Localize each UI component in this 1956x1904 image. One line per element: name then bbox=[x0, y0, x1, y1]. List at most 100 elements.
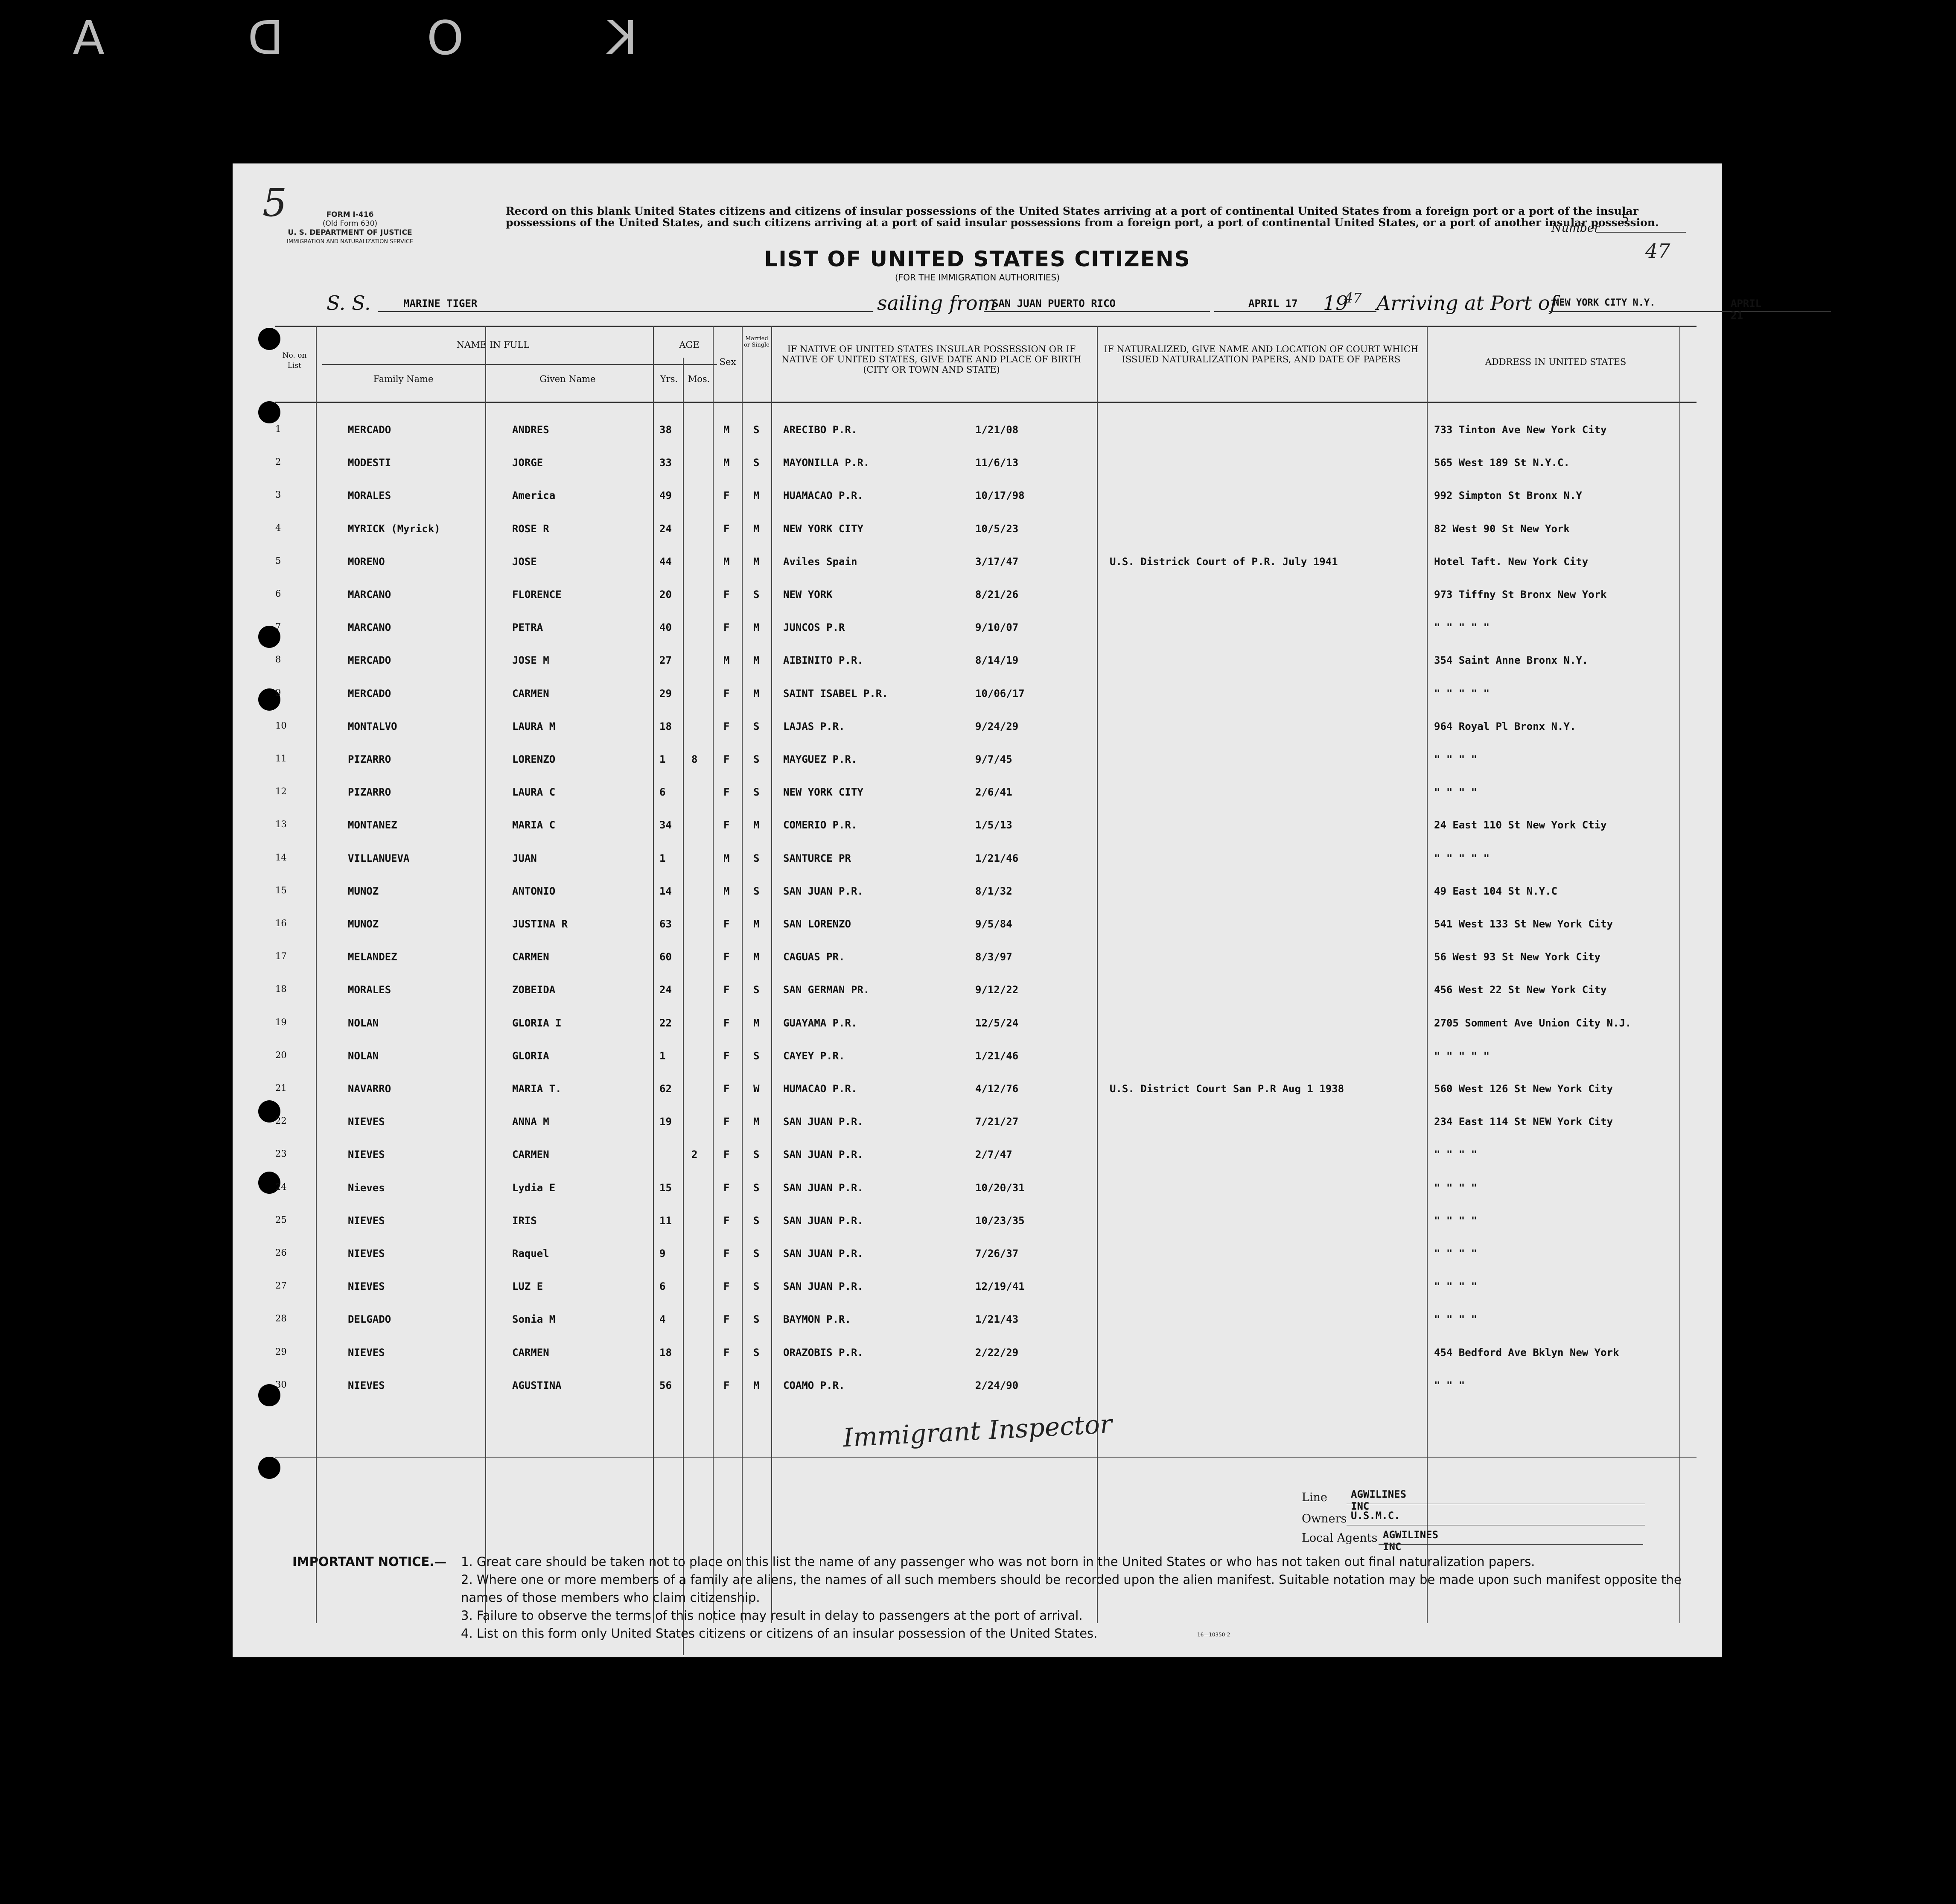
cell-place: SAN JUAN P.R. bbox=[783, 1149, 863, 1161]
cell-no: 27 bbox=[275, 1280, 287, 1291]
record-instructions: Record on this blank United States citiz… bbox=[506, 205, 1659, 229]
cell-given: Sonia M bbox=[512, 1313, 556, 1326]
cell-no: 10 bbox=[275, 720, 287, 731]
cell-family: MONTANEZ bbox=[348, 819, 397, 831]
cell-given: JUSTINA R bbox=[512, 918, 568, 930]
cell-addr: 565 West 189 St N.Y.C. bbox=[1434, 457, 1570, 469]
cell-sex: F bbox=[723, 1149, 730, 1161]
cell-date: 1/21/43 bbox=[975, 1313, 1019, 1326]
cell-family: MERCADO bbox=[348, 654, 391, 667]
cell-date: 11/6/13 bbox=[975, 457, 1019, 469]
cell-place: GUAYAMA P.R. bbox=[783, 1017, 857, 1029]
cell-place: HUAMACAO P.R. bbox=[783, 490, 863, 502]
cell-family: NIEVES bbox=[348, 1379, 385, 1391]
cell-place: LAJAS P.R. bbox=[783, 720, 845, 732]
col-address: ADDRESS IN UNITED STATES bbox=[1485, 357, 1627, 367]
cell-ms: S bbox=[753, 1149, 760, 1161]
cell-yrs: 34 bbox=[659, 819, 672, 831]
cell-ms: S bbox=[753, 984, 760, 996]
cell-family: PIZARRO bbox=[348, 753, 391, 765]
cell-no: 17 bbox=[275, 951, 287, 962]
col-married: Married or Single bbox=[744, 335, 770, 348]
table-row: 10 MONTALVO LAURA M 18 F S LAJAS P.R. 9/24/29 96… bbox=[233, 712, 1654, 744]
cell-place: SAN JUAN P.R. bbox=[783, 1181, 863, 1194]
cell-addr: 49 East 104 St N.Y.C bbox=[1434, 885, 1557, 897]
cell-no: 18 bbox=[275, 984, 287, 994]
cell-family: MERCADO bbox=[348, 687, 391, 700]
cell-no: 7 bbox=[275, 621, 281, 632]
cell-addr: " " " " bbox=[1434, 753, 1478, 765]
agents-field: Local Agents AGWILINES INC bbox=[1302, 1529, 1643, 1553]
cell-place: MAYGUEZ P.R. bbox=[783, 753, 857, 765]
cell-date: 2/22/29 bbox=[975, 1346, 1019, 1359]
cell-given: Raquel bbox=[512, 1248, 549, 1260]
table-row: 4 MYRICK (Myrick) ROSE R 24 F M NEW YORK CITY 1… bbox=[233, 514, 1654, 547]
cell-ms: M bbox=[753, 1116, 760, 1128]
cell-ms: M bbox=[753, 555, 760, 568]
cell-given: MARIA C bbox=[512, 819, 556, 831]
cell-date: 4/12/76 bbox=[975, 1083, 1019, 1095]
cell-given: FLORENCE bbox=[512, 589, 562, 601]
cell-place: NEW YORK CITY bbox=[783, 522, 863, 535]
cell-place: SAN LORENZO bbox=[783, 918, 851, 930]
cell-place: COAMO P.R. bbox=[783, 1379, 845, 1391]
number-value: 5 bbox=[1622, 211, 1629, 225]
table-row: 28 DELGADO Sonia M 4 F S BAYMON P.R. 1/21/43 " "… bbox=[233, 1305, 1654, 1337]
cell-ms: M bbox=[753, 490, 760, 502]
cell-given: ANTONIO bbox=[512, 885, 556, 897]
cell-place: SAN JUAN P.R. bbox=[783, 885, 863, 897]
cell-no: 22 bbox=[275, 1116, 287, 1126]
table-row: 25 NIEVES IRIS 11 F S SAN JUAN P.R. 10/23/35 " "… bbox=[233, 1206, 1654, 1239]
cell-given: America bbox=[512, 490, 556, 502]
cell-place: NEW YORK bbox=[783, 589, 833, 601]
cell-family: MODESTI bbox=[348, 457, 391, 469]
number-underline bbox=[1596, 232, 1686, 233]
cell-addr: 560 West 126 St New York City bbox=[1434, 1083, 1613, 1095]
cell-place: NEW YORK CITY bbox=[783, 786, 863, 799]
notice-item: 2. Where one or more members of a family… bbox=[461, 1572, 1682, 1605]
col-naturalized: IF NATURALIZED, GIVE NAME AND LOCATION O… bbox=[1104, 344, 1419, 364]
cell-sex: F bbox=[723, 753, 730, 765]
table-row: 7 MARCANO PETRA 40 F M JUNCOS P.R 9/10/07 " " " … bbox=[233, 613, 1654, 645]
line-field: Line AGWILINES INC bbox=[1302, 1488, 1645, 1512]
arriving-label: Arriving at Port of bbox=[1376, 292, 1557, 315]
cell-addr: " " " " bbox=[1434, 1313, 1478, 1326]
cell-family: NIEVES bbox=[348, 1346, 385, 1359]
cell-date: 8/3/97 bbox=[975, 951, 1012, 963]
cell-given: LORENZO bbox=[512, 753, 556, 765]
cell-date: 9/5/84 bbox=[975, 918, 1012, 930]
cell-sex: F bbox=[723, 1248, 730, 1260]
table-row: 21 NAVARRO MARIA T. 62 F W HUMACAO P.R. 4/12/76… bbox=[233, 1074, 1654, 1107]
table-row: 2 MODESTI JORGE 33 M S MAYONILLA P.R. 11/6/13 56… bbox=[233, 448, 1654, 481]
col-yrs: Yrs. bbox=[660, 374, 678, 384]
cell-date: 8/14/19 bbox=[975, 654, 1019, 667]
cell-no: 2 bbox=[275, 457, 281, 467]
col-name-in-full: NAME IN FULL bbox=[456, 340, 530, 350]
voyage-line: S. S. MARINE TIGER sailing from SAN JUAN… bbox=[233, 290, 1831, 321]
cell-place: CAGUAS PR. bbox=[783, 951, 845, 963]
notice-title: IMPORTANT NOTICE.— bbox=[292, 1554, 447, 1569]
cell-addr: " " " " bbox=[1434, 1248, 1478, 1260]
cell-no: 6 bbox=[275, 589, 281, 599]
cell-date: 10/23/35 bbox=[975, 1214, 1025, 1227]
cell-no: 19 bbox=[275, 1017, 287, 1027]
col-sex: Sex bbox=[719, 357, 736, 367]
cell-given: GLORIA I bbox=[512, 1017, 562, 1029]
owners-field: Owners U.S.M.C. bbox=[1302, 1510, 1645, 1525]
cell-no: 14 bbox=[275, 852, 287, 863]
cell-yrs: 24 bbox=[659, 984, 672, 996]
cell-sex: F bbox=[723, 522, 730, 535]
cell-place: SANTURCE PR bbox=[783, 852, 851, 864]
cell-no: 30 bbox=[275, 1379, 287, 1390]
cell-ms: M bbox=[753, 819, 760, 831]
cell-family: MERCADO bbox=[348, 424, 391, 436]
cell-yrs: 24 bbox=[659, 522, 672, 535]
table-row: 13 MONTANEZ MARIA C 34 F M COMERIO P.R. 1/5/13 2… bbox=[233, 811, 1654, 843]
cell-given: JORGE bbox=[512, 457, 543, 469]
cell-addr: 234 East 114 St NEW York City bbox=[1434, 1116, 1613, 1128]
cell-sex: F bbox=[723, 621, 730, 634]
owners-value: U.S.M.C. bbox=[1351, 1510, 1400, 1522]
cell-addr: " " " " " bbox=[1434, 621, 1490, 634]
film-edge-mark: K O D A bbox=[9, 11, 638, 65]
cell-mos: 2 bbox=[691, 1149, 698, 1161]
